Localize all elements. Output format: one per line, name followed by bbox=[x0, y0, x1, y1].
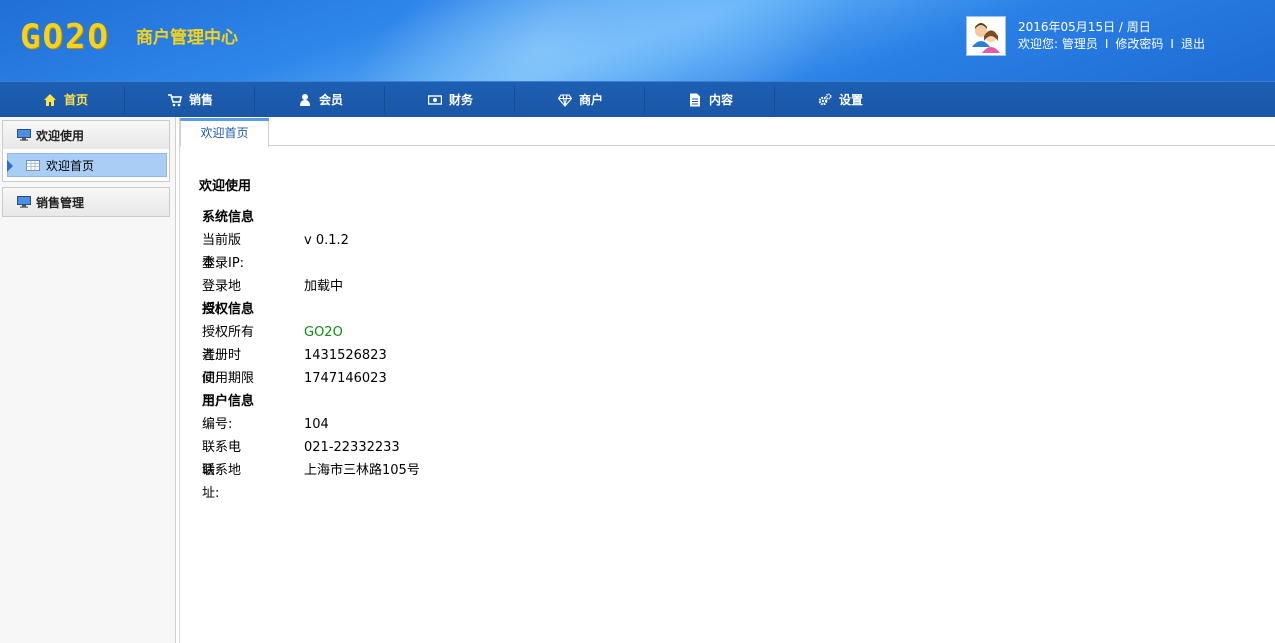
document-icon bbox=[687, 92, 703, 108]
info-value: 1431526823 bbox=[304, 348, 387, 363]
monitor-icon bbox=[17, 196, 31, 208]
nav-item-home[interactable]: 首页 bbox=[0, 82, 130, 117]
date-line: 2016年05月15日 / 周日 bbox=[1018, 20, 1151, 34]
sidebar-group-header[interactable]: 销售管理 bbox=[3, 188, 169, 216]
logout-link[interactable]: 退出 bbox=[1181, 37, 1205, 51]
monitor-icon bbox=[17, 129, 31, 141]
avatar-icon bbox=[967, 17, 1005, 55]
sidebar: 欢迎使用 欢迎首页 销售管理 bbox=[0, 117, 176, 643]
info-row: 编号: 104 bbox=[199, 413, 329, 436]
nav-item-members[interactable]: 会员 bbox=[255, 82, 385, 117]
info-label: 使用期限至: bbox=[202, 371, 255, 409]
info-value: 104 bbox=[304, 417, 329, 432]
info-value: 021-22332233 bbox=[304, 440, 400, 455]
info-row: 登录地点: 加载中 bbox=[199, 275, 343, 317]
nav-label: 内容 bbox=[708, 93, 733, 107]
nav-label: 财务 bbox=[448, 93, 473, 107]
money-icon bbox=[427, 92, 443, 108]
diamond-icon bbox=[557, 92, 573, 108]
change-password-link[interactable]: 修改密码 bbox=[1115, 37, 1163, 51]
info-row: 联系地址: 上海市三林路105号 bbox=[199, 459, 420, 501]
info-label: 登录地点: bbox=[202, 279, 242, 317]
nav-label: 设置 bbox=[838, 93, 863, 107]
info-label: 登录IP: bbox=[202, 256, 245, 271]
tab-bar: 欢迎首页 bbox=[180, 117, 1275, 147]
sidebar-item-label: 欢迎首页 bbox=[46, 158, 95, 173]
info-value: 1747146023 bbox=[304, 371, 387, 386]
main-content: 欢迎使用 系统信息 当前版本: v 0.1.2 登录IP: 登录地点: 加载中 授权… bbox=[199, 175, 420, 501]
info-value: v 0.1.2 bbox=[304, 233, 349, 248]
header: GO2O 商户管理中心 2016年05月15日 / 周日 欢迎您: 管理员 I 修改… bbox=[0, 0, 1275, 81]
selected-arrow-icon bbox=[7, 160, 13, 172]
info-row: 注册时间: 1431526823 bbox=[199, 344, 387, 386]
page-title: 欢迎使用 bbox=[199, 179, 252, 194]
nav-item-settings[interactable]: 设置 bbox=[775, 82, 905, 117]
sidebar-item-welcome-home[interactable]: 欢迎首页 bbox=[7, 153, 167, 177]
nav-item-merchant[interactable]: 商户 bbox=[515, 82, 645, 117]
info-row: 当前版本: v 0.1.2 bbox=[199, 229, 349, 271]
nav-label: 商户 bbox=[578, 93, 603, 107]
nav-item-content[interactable]: 内容 bbox=[645, 82, 775, 117]
site-title: 商户管理中心 bbox=[136, 28, 238, 48]
info-row: 授权所有者: GO2O bbox=[199, 321, 343, 363]
separator: I bbox=[1104, 37, 1109, 51]
nav-item-sales[interactable]: 销售 bbox=[125, 82, 255, 117]
separator: I bbox=[1170, 37, 1174, 51]
sidebar-group-title: 欢迎使用 bbox=[36, 128, 85, 143]
welcome-text: 欢迎您: 管理员 bbox=[1018, 37, 1098, 51]
avatar[interactable] bbox=[966, 16, 1006, 56]
section-heading-system: 系统信息 bbox=[202, 210, 255, 225]
info-row: 联系电话: 021-22332233 bbox=[199, 436, 400, 478]
sidebar-group-welcome: 欢迎使用 欢迎首页 bbox=[2, 120, 170, 182]
main-nav: 首页 销售 会员 财务 商户 内容 设置 bbox=[0, 81, 1275, 117]
nav-label: 首页 bbox=[63, 93, 88, 107]
user-icon bbox=[297, 92, 313, 108]
nav-item-finance[interactable]: 财务 bbox=[385, 82, 515, 117]
logo[interactable]: GO2O bbox=[20, 18, 110, 56]
info-row: 登录IP: bbox=[199, 252, 254, 275]
user-info: 2016年05月15日 / 周日 欢迎您: 管理员 I 修改密码 I 退出 bbox=[1018, 19, 1205, 53]
info-value: 上海市三林路105号 bbox=[304, 463, 420, 478]
sidebar-group-title: 销售管理 bbox=[36, 195, 85, 210]
nav-label: 会员 bbox=[318, 93, 343, 107]
nav-label: 销售 bbox=[188, 93, 213, 107]
info-row: 使用期限至: 1747146023 bbox=[199, 367, 387, 409]
table-icon bbox=[26, 159, 40, 171]
info-value: 加载中 bbox=[304, 279, 344, 294]
info-value: GO2O bbox=[304, 325, 343, 340]
sidebar-group-sales: 销售管理 bbox=[2, 187, 170, 217]
info-label: 编号: bbox=[202, 417, 233, 432]
gears-icon bbox=[817, 92, 833, 108]
tab-welcome-home[interactable]: 欢迎首页 bbox=[180, 118, 269, 147]
sidebar-group-header[interactable]: 欢迎使用 bbox=[3, 121, 169, 149]
home-icon bbox=[42, 92, 58, 108]
info-label: 联系地址: bbox=[202, 463, 242, 501]
cart-icon bbox=[167, 92, 183, 108]
